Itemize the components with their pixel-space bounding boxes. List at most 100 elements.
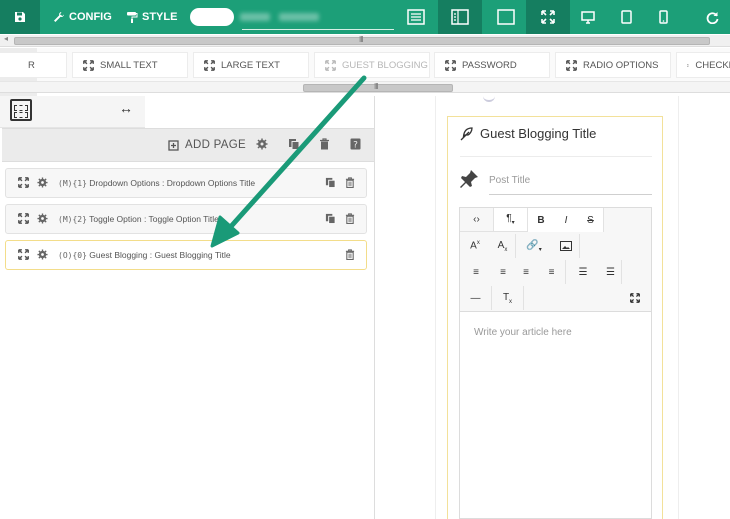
superscript-button[interactable]: Ax [460,234,490,258]
code-view-button[interactable]: ‹› [460,208,494,232]
trash-icon[interactable] [345,177,355,189]
row-label: (M){2} Toggle Option : Toggle Option Tit… [58,214,219,224]
field-scrollbar-thumb[interactable]: III [303,82,453,92]
structure-row[interactable]: (O){0} Guest Blogging : Guest Blogging T… [5,240,367,270]
svg-text:?: ? [353,141,358,151]
link-icon: 🔗▾ [526,239,542,253]
layout-rows-icon [407,9,425,25]
gear-icon[interactable] [37,249,48,260]
trash-icon[interactable] [345,213,355,225]
resize-horizontal-icon[interactable]: ↔ [119,100,133,116]
move-icon [325,59,336,71]
feather-icon [460,126,473,140]
fullscreen-button[interactable] [526,0,570,34]
form-toggle[interactable] [190,8,234,26]
top-scrollbar[interactable]: ◂ III [0,34,730,47]
clear-format-button[interactable]: Tx [492,286,524,310]
ordered-list-button[interactable]: ☰ [600,260,622,284]
strikethrough-button[interactable]: S [578,208,604,232]
field-type-label: LARGE TEXT [221,59,280,71]
move-icon [83,59,94,71]
page-copy-icon[interactable] [288,138,300,150]
expand-icon [541,10,555,24]
copy-icon[interactable] [325,213,336,224]
page-settings-icon[interactable] [256,138,268,150]
form-name-underline [242,29,394,30]
subscript-button[interactable]: Ax [490,234,516,258]
field-title: Guest Blogging Title [460,126,596,141]
field-type-button[interactable]: LARGE TEXT [193,52,309,78]
field-type-label: PASSWORD [462,59,517,71]
bold-button[interactable]: B [528,208,554,232]
code-icon: ‹› [473,214,480,225]
field-type-button[interactable]: R [0,52,67,78]
page-help-icon[interactable]: ? [350,138,362,151]
align-center-button[interactable]: ≡ [492,260,514,284]
add-page-button[interactable]: ADD PAGE [168,139,246,151]
ordered-list-icon: ☰ [606,266,615,278]
top-scrollbar-thumb[interactable]: III [14,35,710,45]
layout-split-button[interactable] [438,0,482,34]
expand-icon [630,293,640,303]
config-button[interactable]: CONFIG [53,0,112,34]
save-button[interactable] [0,0,40,34]
structure-row[interactable]: (M){2} Toggle Option : Toggle Option Tit… [5,204,367,234]
italic-button[interactable]: I [554,208,578,232]
align-justify-button[interactable]: ≡ [538,260,566,284]
form-name-field[interactable] [240,10,390,24]
image-button[interactable] [552,234,580,258]
refresh-button[interactable] [690,0,730,34]
field-type-button[interactable]: RADIO OPTIONS [555,52,671,78]
save-icon [15,12,25,22]
scroll-left-icon[interactable]: ◂ [4,34,8,43]
field-type-button[interactable]: GUEST BLOGGING [314,52,430,78]
article-placeholder: Write your article here [474,327,572,338]
align-justify-icon: ≡ [548,266,555,278]
field-type-label: GUEST BLOGGING [342,59,428,71]
link-button[interactable]: 🔗▾ [516,234,552,258]
layout-blank-icon [497,9,515,25]
field-type-button[interactable]: PASSWORD [434,52,550,78]
field-type-label: CHECKB [695,59,730,71]
workspace-icon[interactable] [10,99,32,121]
trash-icon[interactable] [345,249,355,261]
post-title-input[interactable]: Post Title [489,175,530,186]
paragraph-icon: ¶▾ [506,213,515,226]
horizontal-rule-icon: — [470,292,481,304]
copy-icon[interactable] [325,177,336,188]
post-title-underline [489,194,652,195]
desktop-icon [581,10,595,24]
config-label: CONFIG [69,11,112,23]
title-divider [460,156,652,157]
gear-icon[interactable] [37,213,48,224]
structure-row[interactable]: (M){1} Dropdown Options : Dropdown Optio… [5,168,367,198]
move-icon [687,63,690,67]
row-label: (M){1} Dropdown Options : Dropdown Optio… [58,178,255,188]
gear-icon[interactable] [37,177,48,188]
field-type-button[interactable]: CHECKB [676,52,730,78]
align-left-button[interactable]: ≡ [460,260,492,284]
refresh-icon [706,11,718,24]
unordered-list-button[interactable]: ☰ [566,260,600,284]
align-right-button[interactable]: ≡ [514,260,538,284]
field-scrollbar[interactable]: III [0,81,730,93]
align-left-icon: ≡ [473,266,479,278]
row-tag: (M){1} [58,179,87,188]
row-text: Dropdown Options : Dropdown Options Titl… [89,178,256,188]
editor-fullscreen-button[interactable] [620,286,650,310]
page-delete-icon[interactable] [319,138,331,150]
layout-preview-button[interactable] [484,0,528,34]
subscript-icon: Ax [497,239,508,253]
style-button[interactable]: STYLE [126,0,177,34]
field-type-button[interactable]: SMALL TEXT [72,52,188,78]
bold-icon: B [537,214,545,226]
horizontal-rule-button[interactable]: — [460,286,492,310]
paragraph-button[interactable]: ¶▾ [494,208,528,232]
row-text: Toggle Option : Toggle Option Title [89,214,219,224]
layout-full-button[interactable] [394,0,438,34]
add-page-label: ADD PAGE [185,139,246,151]
mobile-view-button[interactable] [641,0,685,34]
wrench-icon [54,12,64,22]
preview-guide-left [435,96,436,519]
paint-roller-icon [127,12,138,23]
